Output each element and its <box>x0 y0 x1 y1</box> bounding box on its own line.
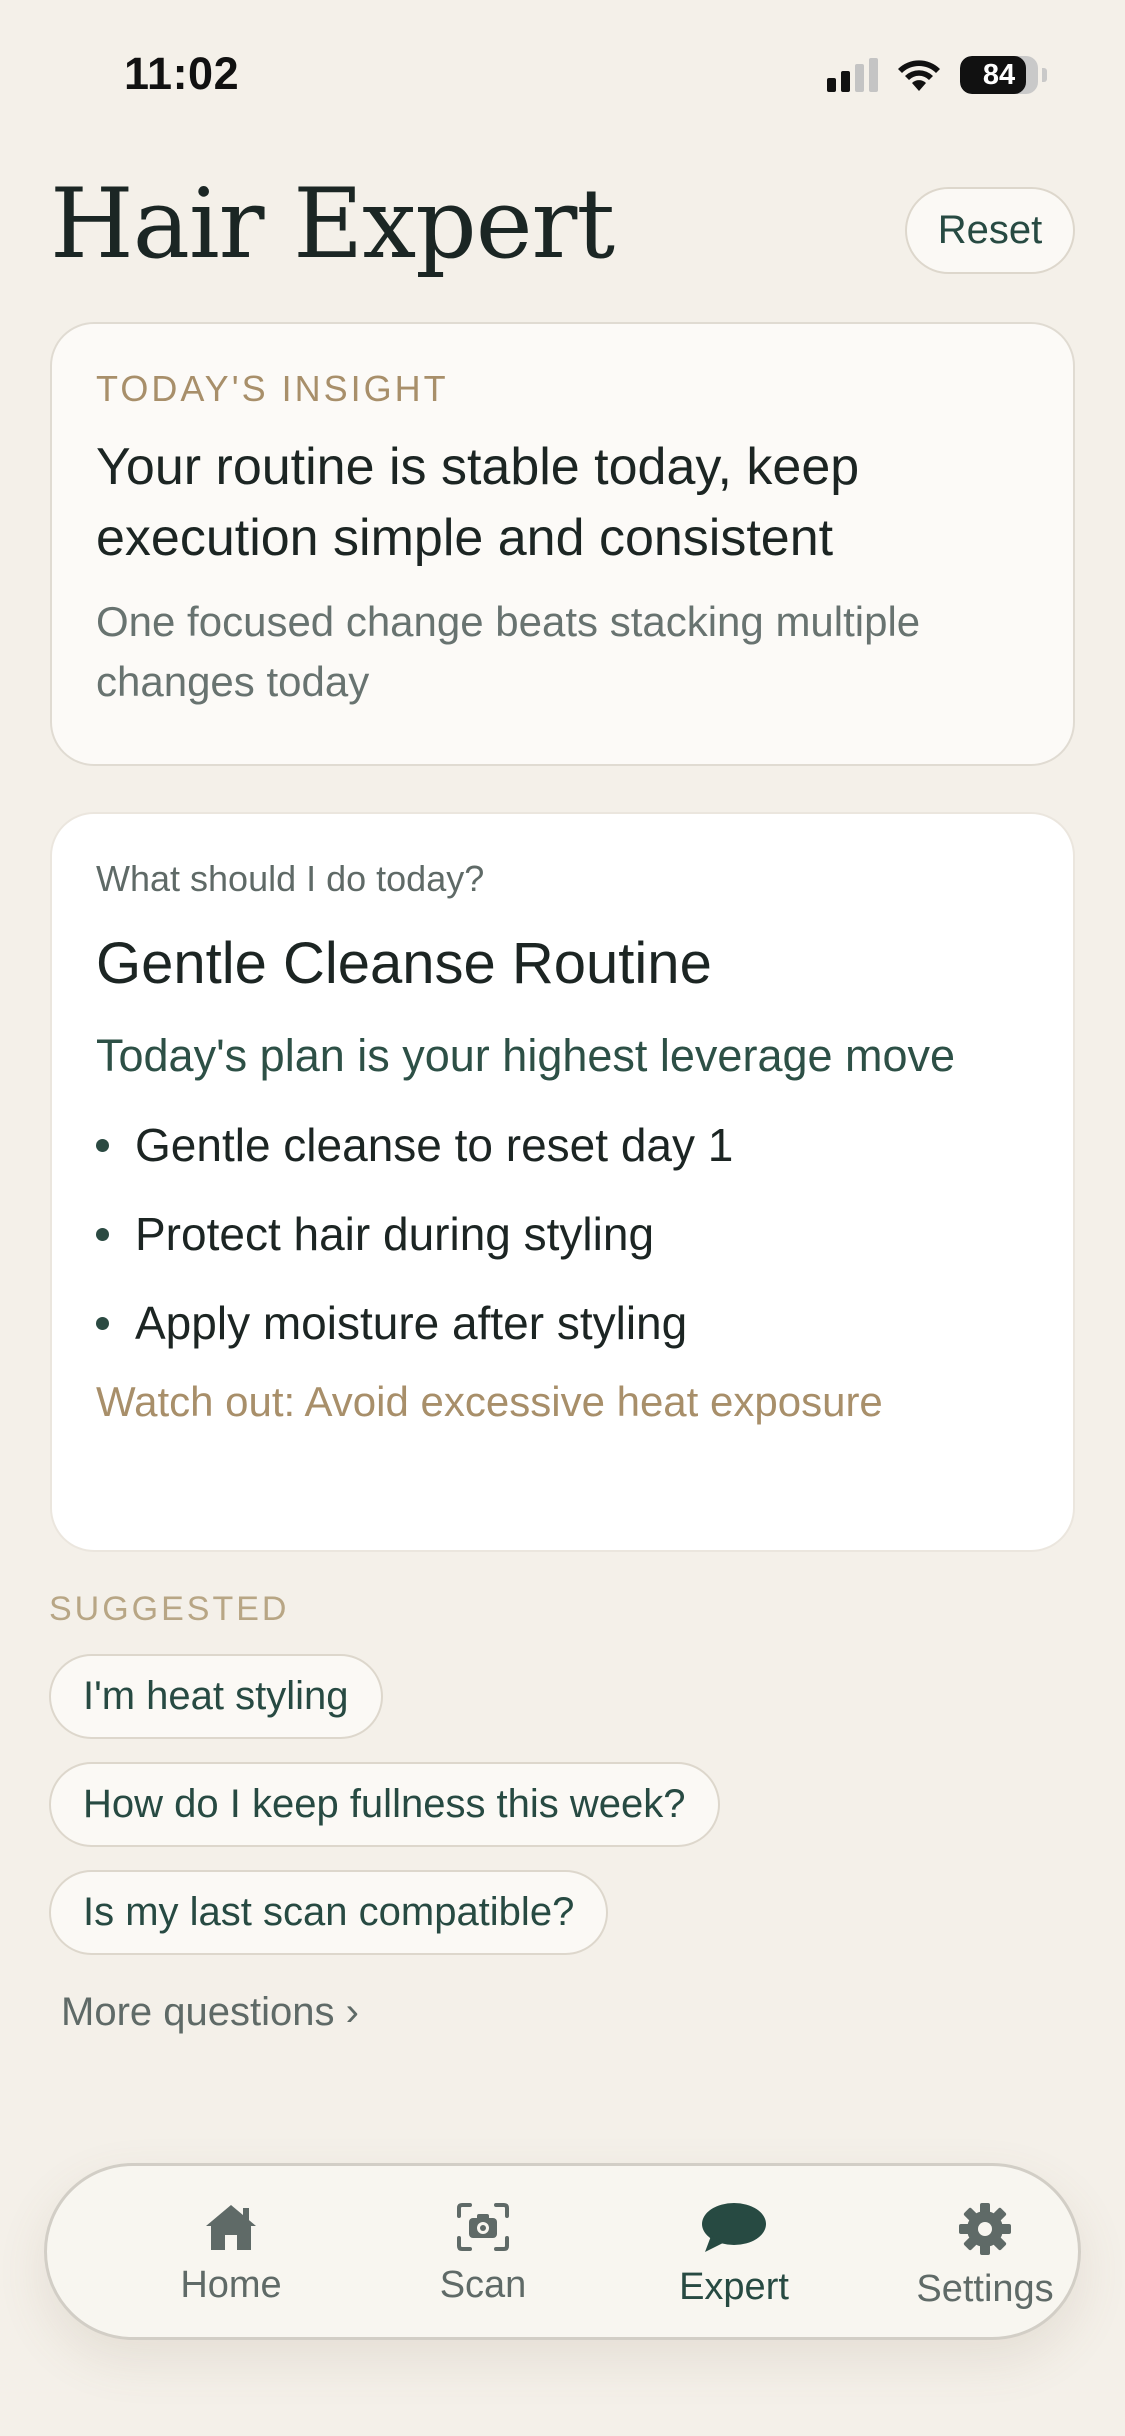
plan-question: What should I do today? <box>96 858 485 899</box>
suggested-label: SUGGESTED <box>49 1590 290 1628</box>
plan-step: Gentle cleanse to reset day 1 <box>96 1101 1029 1190</box>
plan-warning: Watch out: Avoid excessive heat exposure <box>96 1378 883 1425</box>
gear-icon <box>959 2203 1011 2255</box>
camera-scan-icon <box>457 2203 509 2251</box>
insight-headline: Your routine is stable today, keep execu… <box>96 438 860 567</box>
tab-scan[interactable]: Scan <box>358 2166 608 2337</box>
tab-settings-label: Settings <box>916 2268 1054 2310</box>
insight-label: TODAY'S INSIGHT <box>96 368 449 409</box>
page-title: Hair Expert <box>50 168 615 280</box>
suggestion-chip-heat-styling[interactable]: I'm heat styling <box>49 1654 383 1739</box>
reset-button[interactable]: Reset <box>905 187 1075 274</box>
status-time: 11:02 <box>124 48 240 99</box>
battery-icon: 84 <box>960 56 1038 94</box>
home-icon <box>206 2205 256 2250</box>
suggestion-chip-scan-compatible[interactable]: Is my last scan compatible? <box>49 1870 609 1955</box>
chat-bubble-icon <box>702 2203 766 2252</box>
daily-plan-card[interactable]: What should I do today? Gentle Cleanse R… <box>50 812 1075 1552</box>
insight-card: TODAY'S INSIGHT Your routine is stable t… <box>50 322 1075 766</box>
bottom-tab-bar: Home Scan Expert Settings <box>44 2163 1081 2340</box>
wifi-icon <box>898 60 940 91</box>
tab-home-label: Home <box>180 2264 282 2306</box>
hair-expert-screen: 11:02 84 Hair Expert Reset TODAY'S INSIG… <box>0 0 1125 2436</box>
status-icons: 84 <box>827 56 1047 94</box>
tab-settings[interactable]: Settings <box>860 2166 1110 2337</box>
plan-step: Protect hair during styling <box>96 1190 1029 1279</box>
insight-subtext: One focused change beats stacking multip… <box>96 598 921 705</box>
tab-expert[interactable]: Expert <box>609 2166 859 2337</box>
tab-scan-label: Scan <box>439 2264 527 2306</box>
tab-expert-label: Expert <box>679 2266 789 2308</box>
plan-lead: Today's plan is your highest leverage mo… <box>96 1030 956 1081</box>
more-questions-link[interactable]: More questions › <box>61 1990 359 2035</box>
battery-percent: 84 <box>982 59 1016 91</box>
suggestion-chip-fullness[interactable]: How do I keep fullness this week? <box>49 1762 720 1847</box>
plan-title: Gentle Cleanse Routine <box>96 931 712 996</box>
tab-home[interactable]: Home <box>106 2166 356 2337</box>
status-bar: 11:02 84 <box>0 0 1125 150</box>
plan-steps-list: Gentle cleanse to reset day 1 Protect ha… <box>96 1101 1029 1368</box>
cellular-signal-icon <box>827 58 878 92</box>
battery-nub <box>1042 68 1047 82</box>
plan-step: Apply moisture after styling <box>96 1279 1029 1368</box>
